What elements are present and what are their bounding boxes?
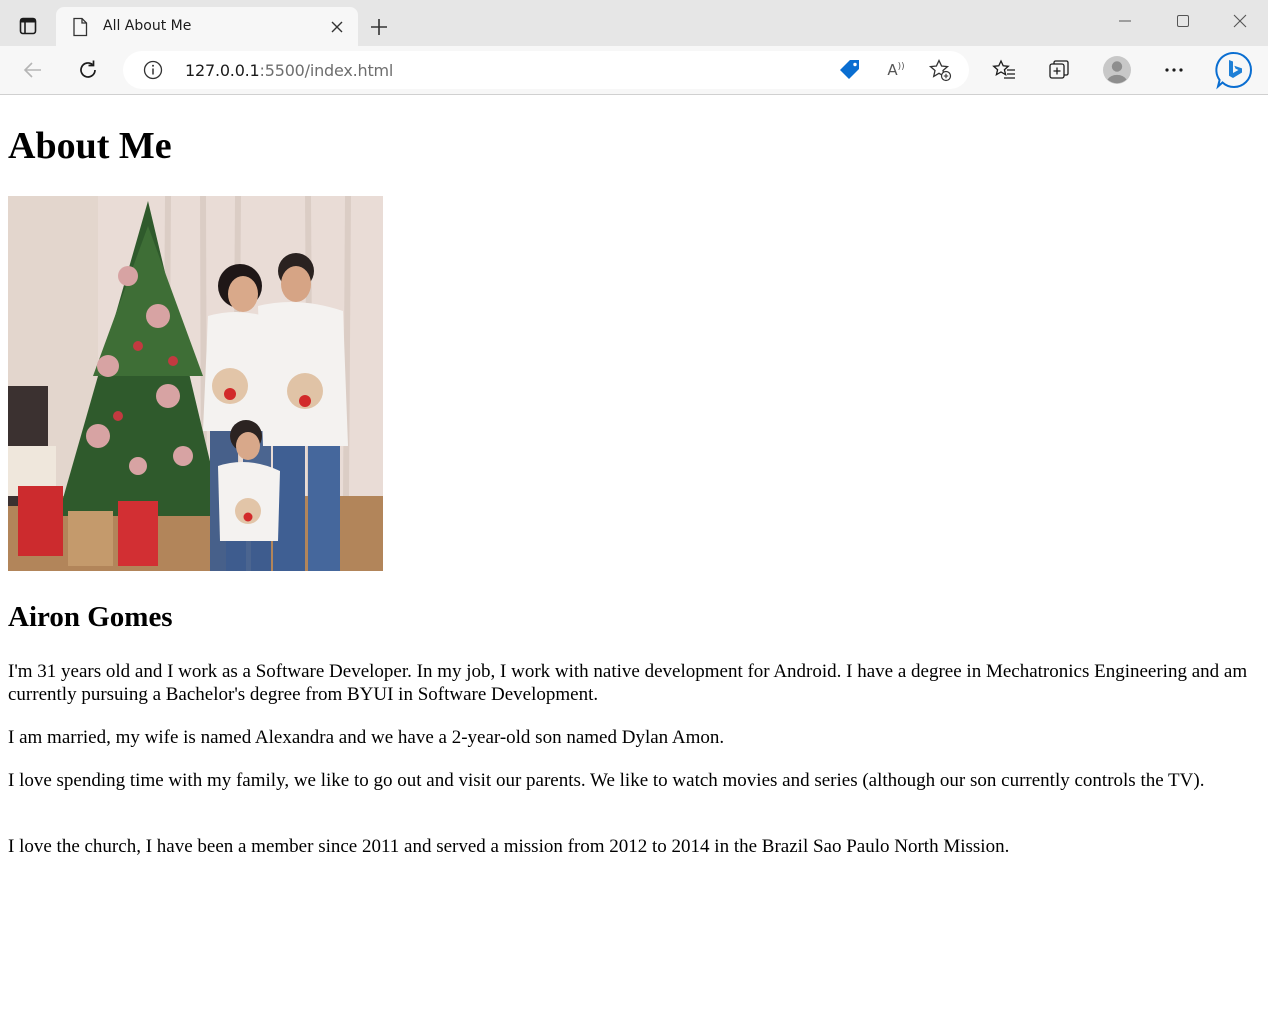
bio-paragraph-church: I love the church, I have been a member … — [8, 836, 1010, 857]
minimize-icon — [1119, 20, 1131, 22]
read-aloud-icon: A)) — [887, 61, 905, 79]
profile-button[interactable] — [1100, 54, 1134, 86]
tab-bar: All About Me — [0, 0, 1268, 46]
tab-actions-button[interactable] — [8, 11, 48, 41]
toolbar: 127.0.0.1:5500/index.html A)) — [0, 46, 1268, 95]
address-bar[interactable]: 127.0.0.1:5500/index.html A)) — [123, 51, 969, 89]
collections-icon — [1049, 60, 1069, 79]
url-text[interactable]: 127.0.0.1:5500/index.html — [185, 61, 393, 80]
page-icon — [73, 17, 88, 37]
close-window-button[interactable] — [1225, 8, 1255, 34]
page-content: About Me Airon Gomes I'm 31 years old an… — [0, 96, 1268, 1012]
bio-paragraph-family: I am married, my wife is named Alexandra… — [8, 727, 725, 748]
tab-close-button[interactable] — [326, 16, 348, 38]
shopping-tag-button[interactable] — [837, 58, 863, 82]
star-add-icon — [928, 58, 952, 82]
url-path: :5500/index.html — [259, 61, 394, 80]
avatar-icon — [1103, 56, 1131, 84]
maximize-icon — [1177, 15, 1189, 27]
bing-icon — [1215, 51, 1252, 90]
collections-button[interactable] — [1042, 54, 1076, 86]
settings-more-button[interactable] — [1157, 54, 1191, 86]
tab-title: All About Me — [103, 18, 192, 34]
back-button[interactable] — [16, 54, 50, 86]
arrow-left-icon — [23, 62, 41, 78]
close-icon — [331, 21, 343, 33]
favorites-icon — [992, 59, 1015, 79]
new-tab-button[interactable] — [366, 14, 392, 40]
reload-icon — [80, 60, 96, 78]
tag-icon — [840, 60, 859, 79]
url-host: 127.0.0.1 — [185, 61, 260, 80]
family-photo-illustration — [8, 196, 383, 571]
reload-button[interactable] — [71, 54, 105, 86]
maximize-button[interactable] — [1168, 8, 1198, 34]
site-info-icon — [143, 60, 163, 80]
close-icon — [1233, 14, 1247, 28]
add-favorite-button[interactable] — [927, 58, 953, 82]
tab-actions-icon — [19, 17, 37, 35]
bio-paragraph-hobbies: I love spending time with my family, we … — [8, 770, 1205, 791]
more-icon — [1165, 68, 1183, 72]
read-aloud-button[interactable]: A)) — [883, 58, 909, 82]
favorites-button[interactable] — [987, 54, 1021, 86]
tab-active[interactable]: All About Me — [56, 7, 358, 46]
bing-chat-button[interactable] — [1213, 50, 1255, 90]
page-heading: About Me — [8, 125, 172, 167]
plus-icon — [371, 19, 387, 35]
bio-paragraph-work: I'm 31 years old and I work as a Softwar… — [8, 661, 1248, 705]
minimize-button[interactable] — [1110, 8, 1140, 34]
family-photo — [8, 196, 383, 571]
person-name: Airon Gomes — [8, 601, 173, 633]
